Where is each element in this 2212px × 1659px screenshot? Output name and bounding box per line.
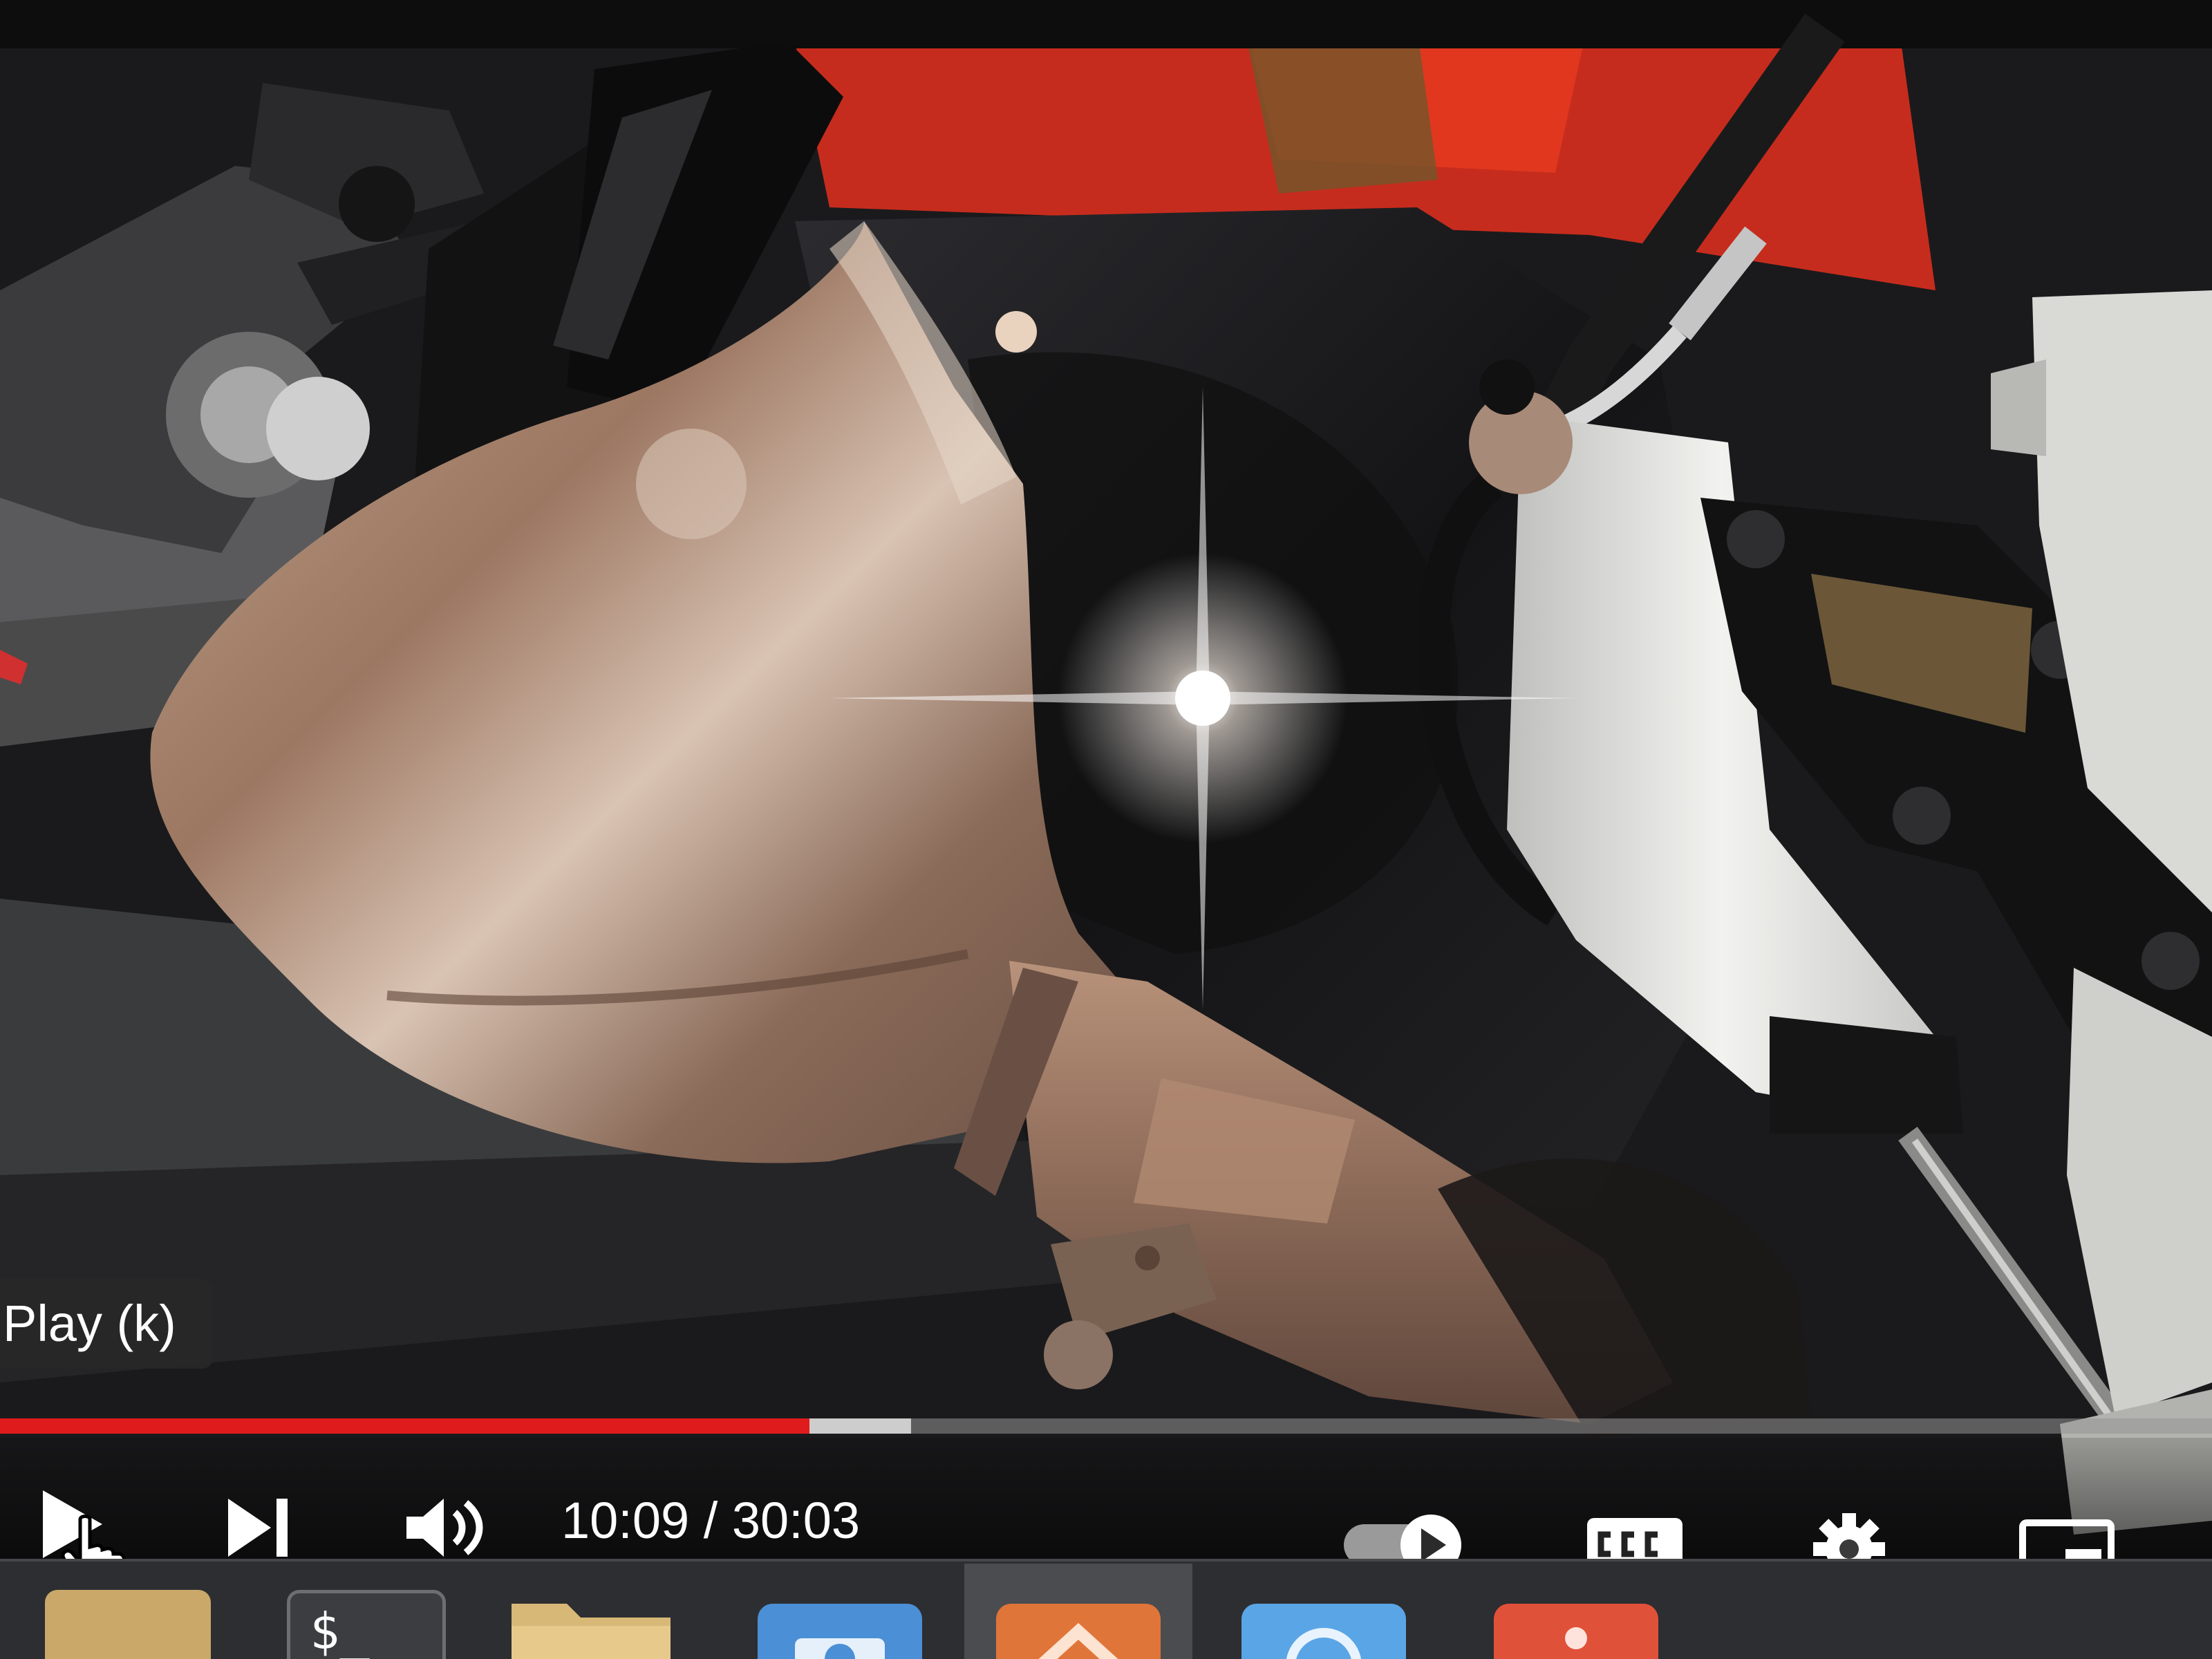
app-orange-icon[interactable] — [992, 1590, 1165, 1659]
play-tooltip-text: Play (k) — [3, 1295, 176, 1352]
terminal-icon[interactable]: $_ — [287, 1590, 446, 1659]
time-total: 30:03 — [731, 1492, 861, 1549]
screenshot-icon[interactable] — [753, 1590, 926, 1659]
folder-icon[interactable] — [505, 1590, 677, 1659]
play-tooltip: Play (k) — [0, 1279, 212, 1369]
progress-bar[interactable] — [0, 1418, 2212, 1434]
volume-icon[interactable] — [401, 1493, 491, 1562]
terminal-icon-label: $_ — [310, 1602, 370, 1659]
video-frame[interactable] — [0, 0, 2212, 1659]
next-icon[interactable] — [221, 1493, 297, 1562]
time-current: 10:09 — [561, 1492, 690, 1549]
screen: Play (k) 10:09 / 30:03 $_ — [0, 0, 2212, 1659]
browser-icon[interactable] — [1237, 1590, 1410, 1659]
app-red-icon[interactable] — [1490, 1590, 1662, 1659]
progress-played — [0, 1418, 810, 1434]
time-separator: / — [689, 1492, 732, 1549]
files-icon[interactable] — [45, 1590, 211, 1659]
time-display: 10:09 / 30:03 — [561, 1490, 860, 1552]
